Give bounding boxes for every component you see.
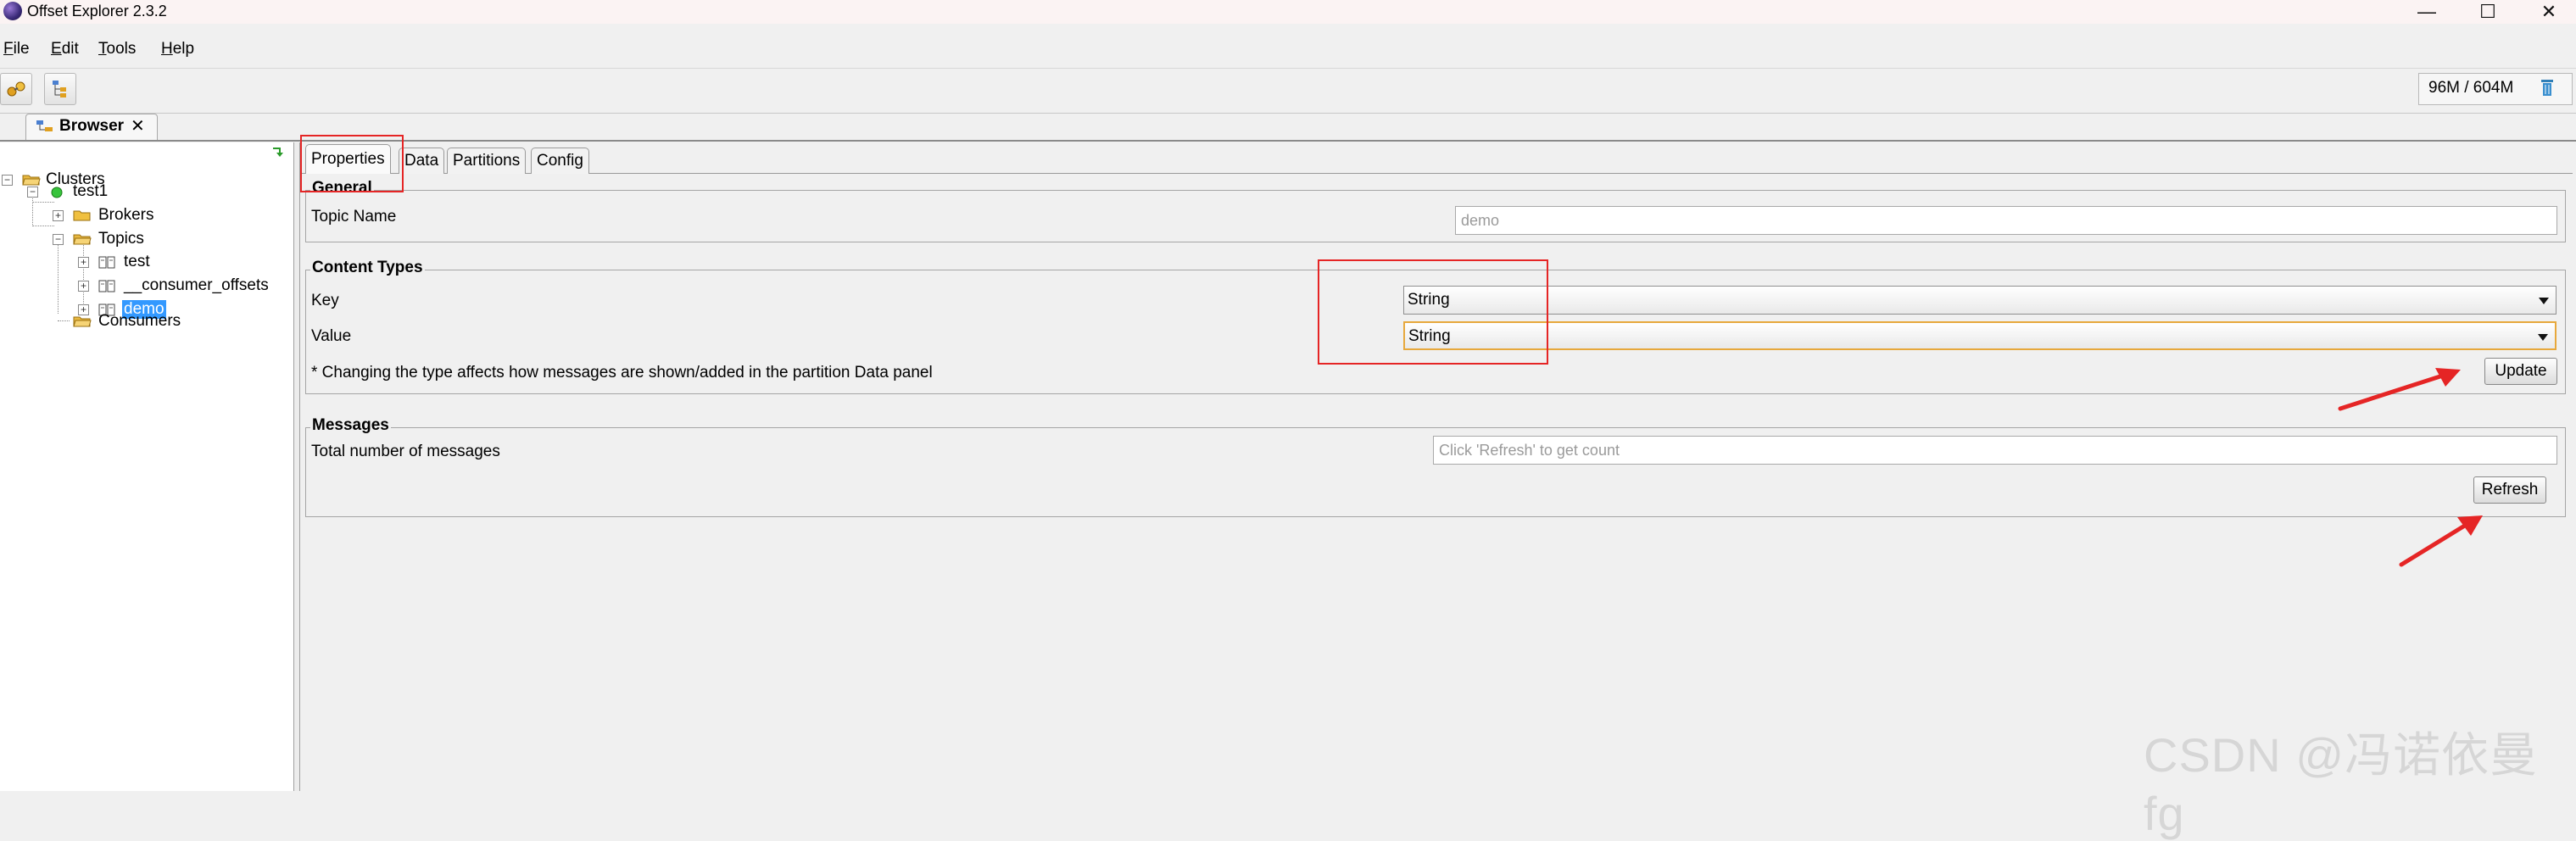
tree-item-topic[interactable]: __consumer_offsets (124, 276, 269, 295)
annotation-arrow-update (2338, 368, 2461, 411)
menu-help[interactable]: Help (161, 40, 194, 58)
connect-icon (7, 81, 25, 97)
messages-group-title: Messages (310, 416, 391, 435)
connected-status-icon (51, 187, 63, 198)
folder-open-icon (73, 316, 92, 327)
tree-view-button[interactable] (44, 73, 76, 105)
annotation-arrow-refresh (2399, 515, 2483, 567)
content-type-note: * Changing the type affects how messages… (311, 364, 933, 382)
tab-partitions[interactable]: Partitions (447, 148, 527, 174)
garbage-collect-icon[interactable] (2540, 78, 2555, 97)
maximize-button[interactable]: ☐ (2464, 0, 2512, 24)
topic-name-field[interactable]: demo (1455, 206, 2557, 235)
cluster-expander[interactable]: − (27, 187, 38, 198)
value-type-select[interactable]: String (1403, 321, 2556, 350)
topic-expander[interactable]: + (78, 281, 89, 292)
value-type-label: Value (311, 327, 352, 345)
connect-cluster-button[interactable] (0, 73, 32, 105)
app-logo-icon (3, 2, 22, 20)
title-bar (0, 0, 2576, 24)
toolbar (0, 68, 2576, 114)
minimize-button[interactable]: — (2403, 0, 2451, 24)
tree-item-topics[interactable]: Topics (98, 230, 144, 248)
topic-icon (98, 256, 115, 269)
refresh-button[interactable]: Refresh (2473, 476, 2546, 504)
topic-name-label: Topic Name (311, 208, 397, 226)
total-messages-field[interactable]: Click 'Refresh' to get count (1433, 436, 2557, 465)
annotation-box-content-types (1318, 259, 1548, 365)
dropdown-arrow-icon (2539, 298, 2549, 304)
clusters-expander[interactable]: − (2, 175, 13, 186)
total-messages-label: Total number of messages (311, 443, 500, 460)
browser-tab-close-button[interactable]: ✕ (131, 115, 145, 136)
menu-bar (0, 34, 2576, 64)
folder-icon (73, 210, 91, 221)
tree-refresh-icon[interactable] (270, 145, 287, 162)
tree-item-brokers[interactable]: Brokers (98, 206, 153, 225)
menu-tools[interactable]: Tools (98, 40, 136, 58)
cluster-tree: − Clusters − test1 + Brokers − Topics + … (0, 142, 294, 791)
content-types-group-title: Content Types (310, 259, 425, 277)
browser-tab-label: Browser (59, 117, 125, 135)
tree-item-consumers[interactable]: Consumers (98, 312, 181, 331)
browser-icon (36, 120, 53, 131)
tree-item-topic[interactable]: test (124, 253, 150, 271)
topic-expander[interactable]: + (78, 257, 89, 268)
close-button[interactable]: ✕ (2525, 0, 2573, 24)
dropdown-arrow-icon (2538, 334, 2548, 341)
menu-edit[interactable]: Edit (51, 40, 79, 58)
brokers-expander[interactable]: + (53, 210, 64, 221)
topic-icon (98, 280, 115, 292)
folder-open-icon (73, 234, 92, 245)
tab-data[interactable]: Data (399, 148, 445, 174)
tree-item-cluster[interactable]: test1 (73, 182, 108, 201)
panel-splitter[interactable] (294, 142, 300, 791)
tab-config[interactable]: Config (531, 148, 589, 174)
folder-open-icon (22, 175, 41, 186)
menu-file[interactable]: File (3, 40, 30, 58)
watermark-text: CSDN @冯诺依曼fg (2144, 728, 2539, 840)
tabs-baseline (302, 173, 2573, 174)
topics-expander[interactable]: − (53, 234, 64, 245)
key-type-label: Key (311, 292, 339, 309)
update-button[interactable]: Update (2484, 358, 2557, 385)
key-type-select[interactable]: String (1403, 286, 2556, 315)
window-title: Offset Explorer 2.3.2 (27, 3, 167, 19)
tree-icon (53, 81, 66, 97)
annotation-box-properties (300, 135, 404, 192)
memory-usage: 96M / 604M (2428, 79, 2514, 97)
